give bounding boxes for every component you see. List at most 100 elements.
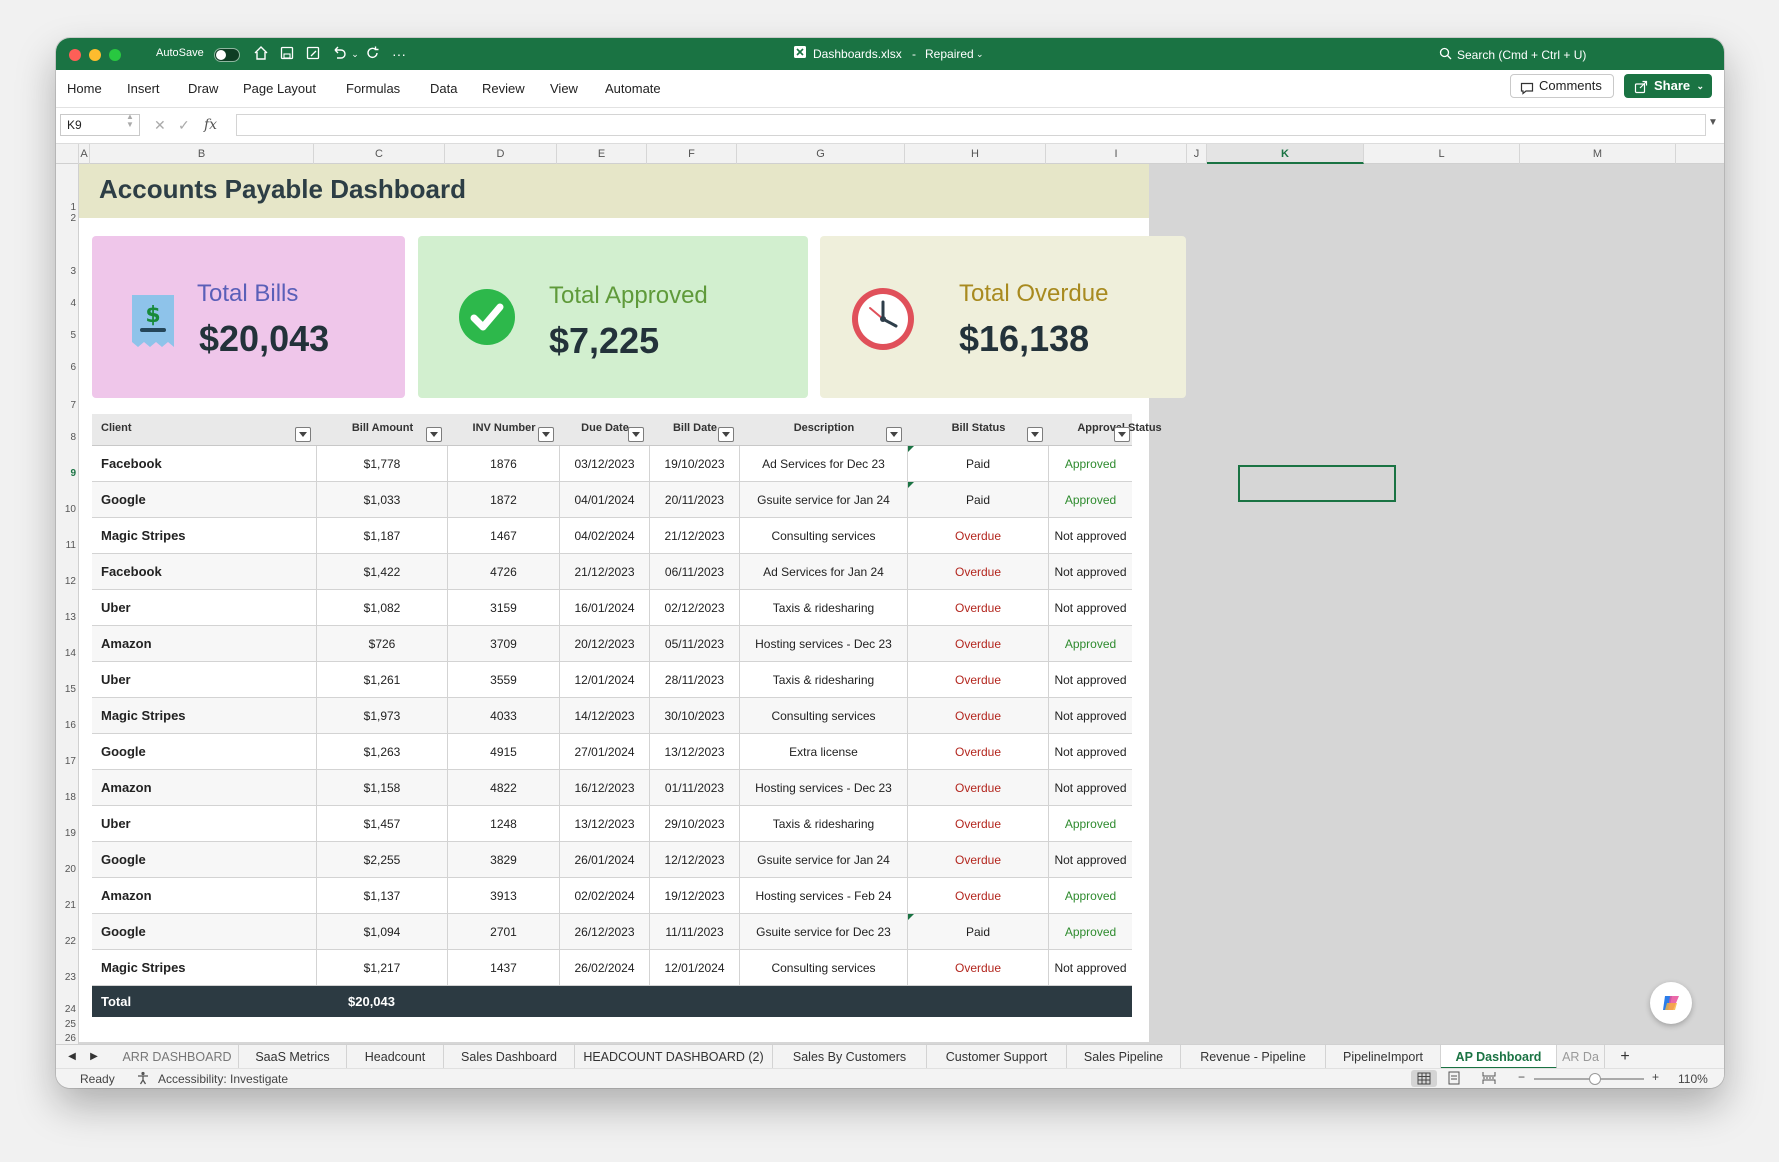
cell-approval-status[interactable]: Approved [1049, 482, 1132, 518]
row-header[interactable]: 26 [56, 1033, 79, 1044]
cell-due-date[interactable]: 26/01/2024 [560, 842, 650, 878]
cell-bill-amount[interactable]: $1,033 [317, 482, 448, 518]
row-header[interactable]: 8 [56, 432, 79, 443]
column-header[interactable]: L [1364, 144, 1520, 164]
row-header[interactable]: 17 [56, 756, 79, 767]
filter-icon[interactable] [538, 427, 554, 442]
cell-description[interactable]: Consulting services [740, 950, 908, 986]
row-header[interactable]: 16 [56, 720, 79, 731]
cell-client[interactable]: Facebook [92, 446, 317, 482]
cell-due-date[interactable]: 12/01/2024 [560, 662, 650, 698]
cell-inv-number[interactable]: 3913 [448, 878, 560, 914]
cell-bill-amount[interactable]: $1,082 [317, 590, 448, 626]
file-status[interactable]: Repaired [925, 47, 974, 61]
cell-inv-number[interactable]: 3709 [448, 626, 560, 662]
cell-client[interactable]: Google [92, 914, 317, 950]
filter-icon[interactable] [718, 427, 734, 442]
cell-inv-number[interactable]: 3829 [448, 842, 560, 878]
cell-client[interactable]: Amazon [92, 878, 317, 914]
cell-description[interactable]: Ad Services for Jan 24 [740, 554, 908, 590]
row-header[interactable]: 3 [56, 266, 79, 277]
zoom-slider-thumb[interactable] [1589, 1073, 1601, 1085]
cell-description[interactable]: Taxis & ridesharing [740, 662, 908, 698]
cell-bill-amount[interactable]: $1,187 [317, 518, 448, 554]
sheet-tab[interactable]: AR Da [1557, 1045, 1605, 1069]
cell-client[interactable]: Uber [92, 590, 317, 626]
cell-description[interactable]: Consulting services [740, 518, 908, 554]
cell-due-date[interactable]: 04/01/2024 [560, 482, 650, 518]
selected-cell-k9[interactable] [1238, 465, 1396, 502]
cell-bill-amount[interactable]: $1,137 [317, 878, 448, 914]
cell-description[interactable]: Ad Services for Dec 23 [740, 446, 908, 482]
cell-inv-number[interactable]: 1248 [448, 806, 560, 842]
column-header[interactable]: M [1520, 144, 1676, 164]
scroll-tabs-left-icon[interactable]: ◀ [64, 1045, 80, 1069]
filter-sort-icon[interactable] [295, 427, 311, 442]
row-header[interactable]: 19 [56, 828, 79, 839]
cell-due-date[interactable]: 04/02/2024 [560, 518, 650, 554]
sheet-tab[interactable]: PipelineImport [1326, 1045, 1441, 1069]
page-break-view-icon[interactable] [1482, 1071, 1496, 1088]
row-header[interactable]: 6 [56, 362, 79, 373]
confirm-icon[interactable]: ✓ [178, 117, 190, 134]
column-header[interactable]: E [557, 144, 647, 164]
cell-client[interactable]: Amazon [92, 770, 317, 806]
sheet-tab[interactable]: Sales Pipeline [1067, 1045, 1181, 1069]
cell-due-date[interactable]: 02/02/2024 [560, 878, 650, 914]
cell-due-date[interactable]: 21/12/2023 [560, 554, 650, 590]
cell-approval-status[interactable]: Not approved [1049, 770, 1132, 806]
cell-bill-date[interactable]: 11/11/2023 [650, 914, 740, 950]
select-all-corner[interactable] [56, 144, 79, 164]
cell-bill-amount[interactable]: $1,261 [317, 662, 448, 698]
cell-approval-status[interactable]: Not approved [1049, 662, 1132, 698]
cell-approval-status[interactable]: Not approved [1049, 590, 1132, 626]
cell-description[interactable]: Consulting services [740, 698, 908, 734]
cell-bill-status[interactable]: Paid [908, 482, 1049, 518]
normal-view-icon[interactable] [1411, 1070, 1437, 1087]
cell-description[interactable]: Hosting services - Dec 23 [740, 770, 908, 806]
sheet-tab[interactable]: HEADCOUNT DASHBOARD (2) [575, 1045, 773, 1069]
cell-bill-status[interactable]: Paid [908, 446, 1049, 482]
cell-inv-number[interactable]: 4033 [448, 698, 560, 734]
cell-bill-status[interactable]: Overdue [908, 590, 1049, 626]
autosave-toggle[interactable] [214, 48, 240, 62]
row-header[interactable]: 14 [56, 648, 79, 659]
zoom-level[interactable]: 110% [1678, 1072, 1708, 1086]
cell-bill-date[interactable]: 20/11/2023 [650, 482, 740, 518]
cell-due-date[interactable]: 14/12/2023 [560, 698, 650, 734]
save-icon[interactable] [278, 45, 296, 63]
cell-approval-status[interactable]: Not approved [1049, 698, 1132, 734]
cell-description[interactable]: Extra license [740, 734, 908, 770]
column-header-selected[interactable]: K [1207, 144, 1364, 164]
cell-bill-date[interactable]: 19/12/2023 [650, 878, 740, 914]
column-header[interactable]: D [445, 144, 557, 164]
comments-button[interactable]: Comments [1510, 74, 1614, 98]
sheet-tab[interactable]: ARR DASHBOARD [116, 1045, 239, 1069]
cell-bill-amount[interactable]: $1,778 [317, 446, 448, 482]
row-header[interactable]: 23 [56, 972, 79, 983]
row-header[interactable]: 15 [56, 684, 79, 695]
column-header[interactable]: C [314, 144, 445, 164]
cell-due-date[interactable]: 13/12/2023 [560, 806, 650, 842]
tab-formulas[interactable]: Formulas [346, 81, 400, 96]
column-header[interactable]: J [1187, 144, 1207, 164]
cell-bill-date[interactable]: 21/12/2023 [650, 518, 740, 554]
function-icon[interactable]: fx [204, 117, 217, 133]
cell-description[interactable]: Hosting services - Dec 23 [740, 626, 908, 662]
close-window-button[interactable] [69, 49, 81, 61]
column-header[interactable]: A [79, 144, 90, 164]
column-header[interactable]: H [905, 144, 1046, 164]
cell-description[interactable]: Gsuite service for Jan 24 [740, 842, 908, 878]
cell-bill-amount[interactable]: $1,422 [317, 554, 448, 590]
cell-bill-date[interactable]: 19/10/2023 [650, 446, 740, 482]
filter-icon[interactable] [426, 427, 442, 442]
cell-due-date[interactable]: 16/01/2024 [560, 590, 650, 626]
cell-bill-status[interactable]: Overdue [908, 734, 1049, 770]
row-header[interactable]: 1 [56, 202, 79, 213]
cell-bill-status[interactable]: Overdue [908, 662, 1049, 698]
cell-client[interactable]: Google [92, 482, 317, 518]
cell-bill-status[interactable]: Paid [908, 914, 1049, 950]
cell-description[interactable]: Taxis & ridesharing [740, 806, 908, 842]
cell-approval-status[interactable]: Approved [1049, 806, 1132, 842]
cell-bill-amount[interactable]: $2,255 [317, 842, 448, 878]
